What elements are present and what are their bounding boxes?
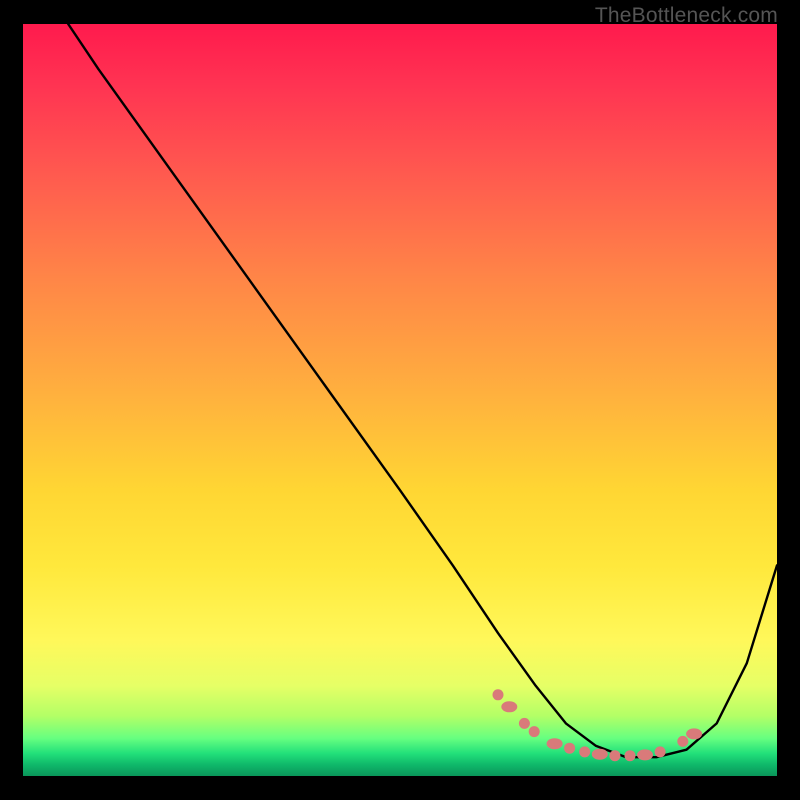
bottleneck-curve	[68, 24, 777, 757]
chart-svg	[23, 24, 777, 776]
marker-cluster	[493, 689, 703, 761]
marker-dot	[625, 750, 636, 761]
marker-dot	[686, 728, 702, 739]
chart-stage: TheBottleneck.com	[0, 0, 800, 800]
marker-dot	[655, 746, 666, 757]
marker-dot	[519, 718, 530, 729]
marker-dot	[501, 701, 517, 712]
marker-dot	[493, 689, 504, 700]
marker-dot	[637, 749, 653, 760]
marker-dot	[592, 749, 608, 760]
marker-dot	[547, 738, 563, 749]
marker-dot	[564, 743, 575, 754]
marker-dot	[677, 736, 688, 747]
plot-area	[23, 24, 777, 776]
marker-dot	[529, 726, 540, 737]
marker-dot	[609, 750, 620, 761]
marker-dot	[579, 746, 590, 757]
